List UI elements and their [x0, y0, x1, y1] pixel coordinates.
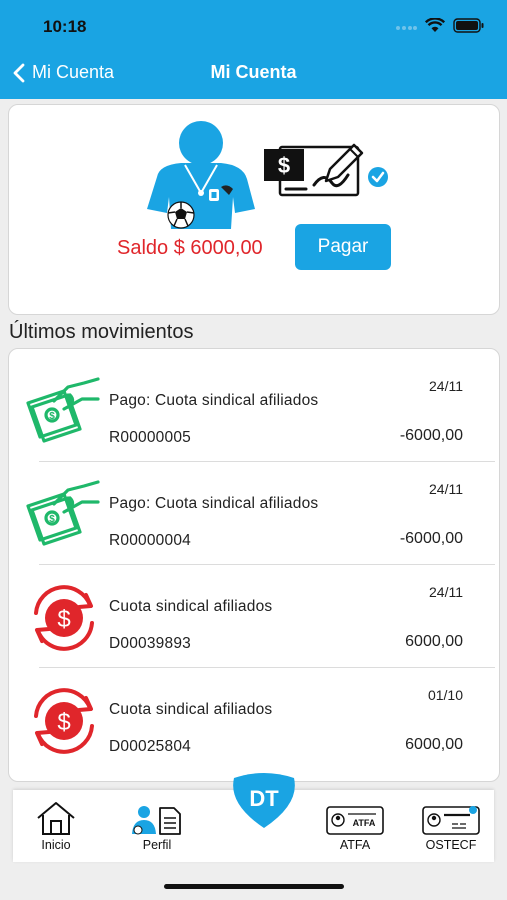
- profile-icon: [132, 806, 181, 835]
- tab-inicio[interactable]: Inicio: [25, 790, 87, 862]
- tab-perfil[interactable]: Perfil: [117, 790, 197, 862]
- movement-date: 24/11: [429, 584, 463, 600]
- svg-text:ATFA: ATFA: [353, 818, 376, 828]
- movement-amount: -6000,00: [399, 427, 463, 444]
- dt-logo-button[interactable]: DT: [224, 770, 304, 830]
- movement-description: Cuota sindical afiliados: [109, 701, 273, 718]
- balance-card: $ Saldo $ 6000,00 Pagar: [8, 104, 500, 315]
- movement-code: D00039893: [109, 635, 191, 652]
- tab-label: OSTECF: [425, 838, 477, 852]
- svg-text:$: $: [49, 411, 55, 422]
- movements-list: $ Pago: Cuota sindical afiliados R000000…: [8, 348, 500, 782]
- movement-code: R00000004: [109, 532, 191, 549]
- home-icon: [37, 802, 75, 835]
- movement-amount: -6000,00: [399, 530, 463, 547]
- movement-row[interactable]: $ Cuota sindical afiliados D00039893 24/…: [9, 565, 499, 668]
- movement-row[interactable]: $ Pago: Cuota sindical afiliados R000000…: [9, 359, 499, 462]
- home-indicator: [164, 884, 344, 889]
- movement-description: Cuota sindical afiliados: [109, 598, 273, 615]
- dollar-cycle-icon: $: [34, 585, 94, 651]
- tab-ostecf[interactable]: OSTECF: [413, 790, 489, 862]
- battery-icon: [453, 18, 484, 33]
- status-time: 10:18: [43, 17, 87, 36]
- movement-row[interactable]: $ Cuota sindical afiliados D00025804 01/…: [9, 668, 499, 771]
- pay-button[interactable]: Pagar: [295, 224, 391, 270]
- soccer-player-illustration: [147, 121, 255, 229]
- tab-label: ATFA: [339, 838, 371, 852]
- dollar-cycle-icon: $: [34, 688, 94, 754]
- dt-logo-text: DT: [249, 786, 279, 811]
- ostecf-card-icon: [422, 806, 480, 835]
- movement-date: 01/10: [427, 687, 463, 703]
- movement-code: R00000005: [109, 429, 191, 446]
- atfa-card-icon: ATFA: [326, 806, 384, 835]
- tab-atfa[interactable]: ATFA ATFA: [323, 790, 387, 862]
- svg-text:$: $: [49, 514, 55, 525]
- movements-title: Últimos movimientos: [9, 321, 194, 343]
- svg-text:$: $: [57, 606, 70, 633]
- svg-text:$: $: [57, 709, 70, 736]
- check-payment-illustration: $: [264, 143, 388, 197]
- balance-amount: Saldo $ 6000,00: [117, 237, 263, 259]
- movement-amount: 6000,00: [405, 736, 463, 753]
- tab-label: Inicio: [41, 838, 71, 852]
- movement-description: Pago: Cuota sindical afiliados: [109, 392, 319, 409]
- movement-code: D00025804: [109, 738, 191, 755]
- status-icons: [395, 18, 485, 33]
- cash-payment-icon: $: [26, 377, 100, 443]
- cash-payment-icon: $: [26, 480, 100, 546]
- movement-date: 24/11: [429, 378, 463, 394]
- wifi-icon: [425, 18, 445, 32]
- movement-description: Pago: Cuota sindical afiliados: [109, 495, 319, 512]
- tab-label: Perfil: [142, 838, 172, 852]
- movement-date: 24/11: [429, 481, 463, 497]
- app-header: 10:18 Mi Cuenta Mi Cuenta: [0, 0, 507, 99]
- signal-icon: [396, 25, 417, 30]
- page-title: Mi Cuenta: [210, 62, 297, 82]
- movement-amount: 6000,00: [405, 633, 463, 650]
- svg-text:$: $: [278, 153, 290, 178]
- movement-row[interactable]: $ Pago: Cuota sindical afiliados R000000…: [9, 462, 499, 565]
